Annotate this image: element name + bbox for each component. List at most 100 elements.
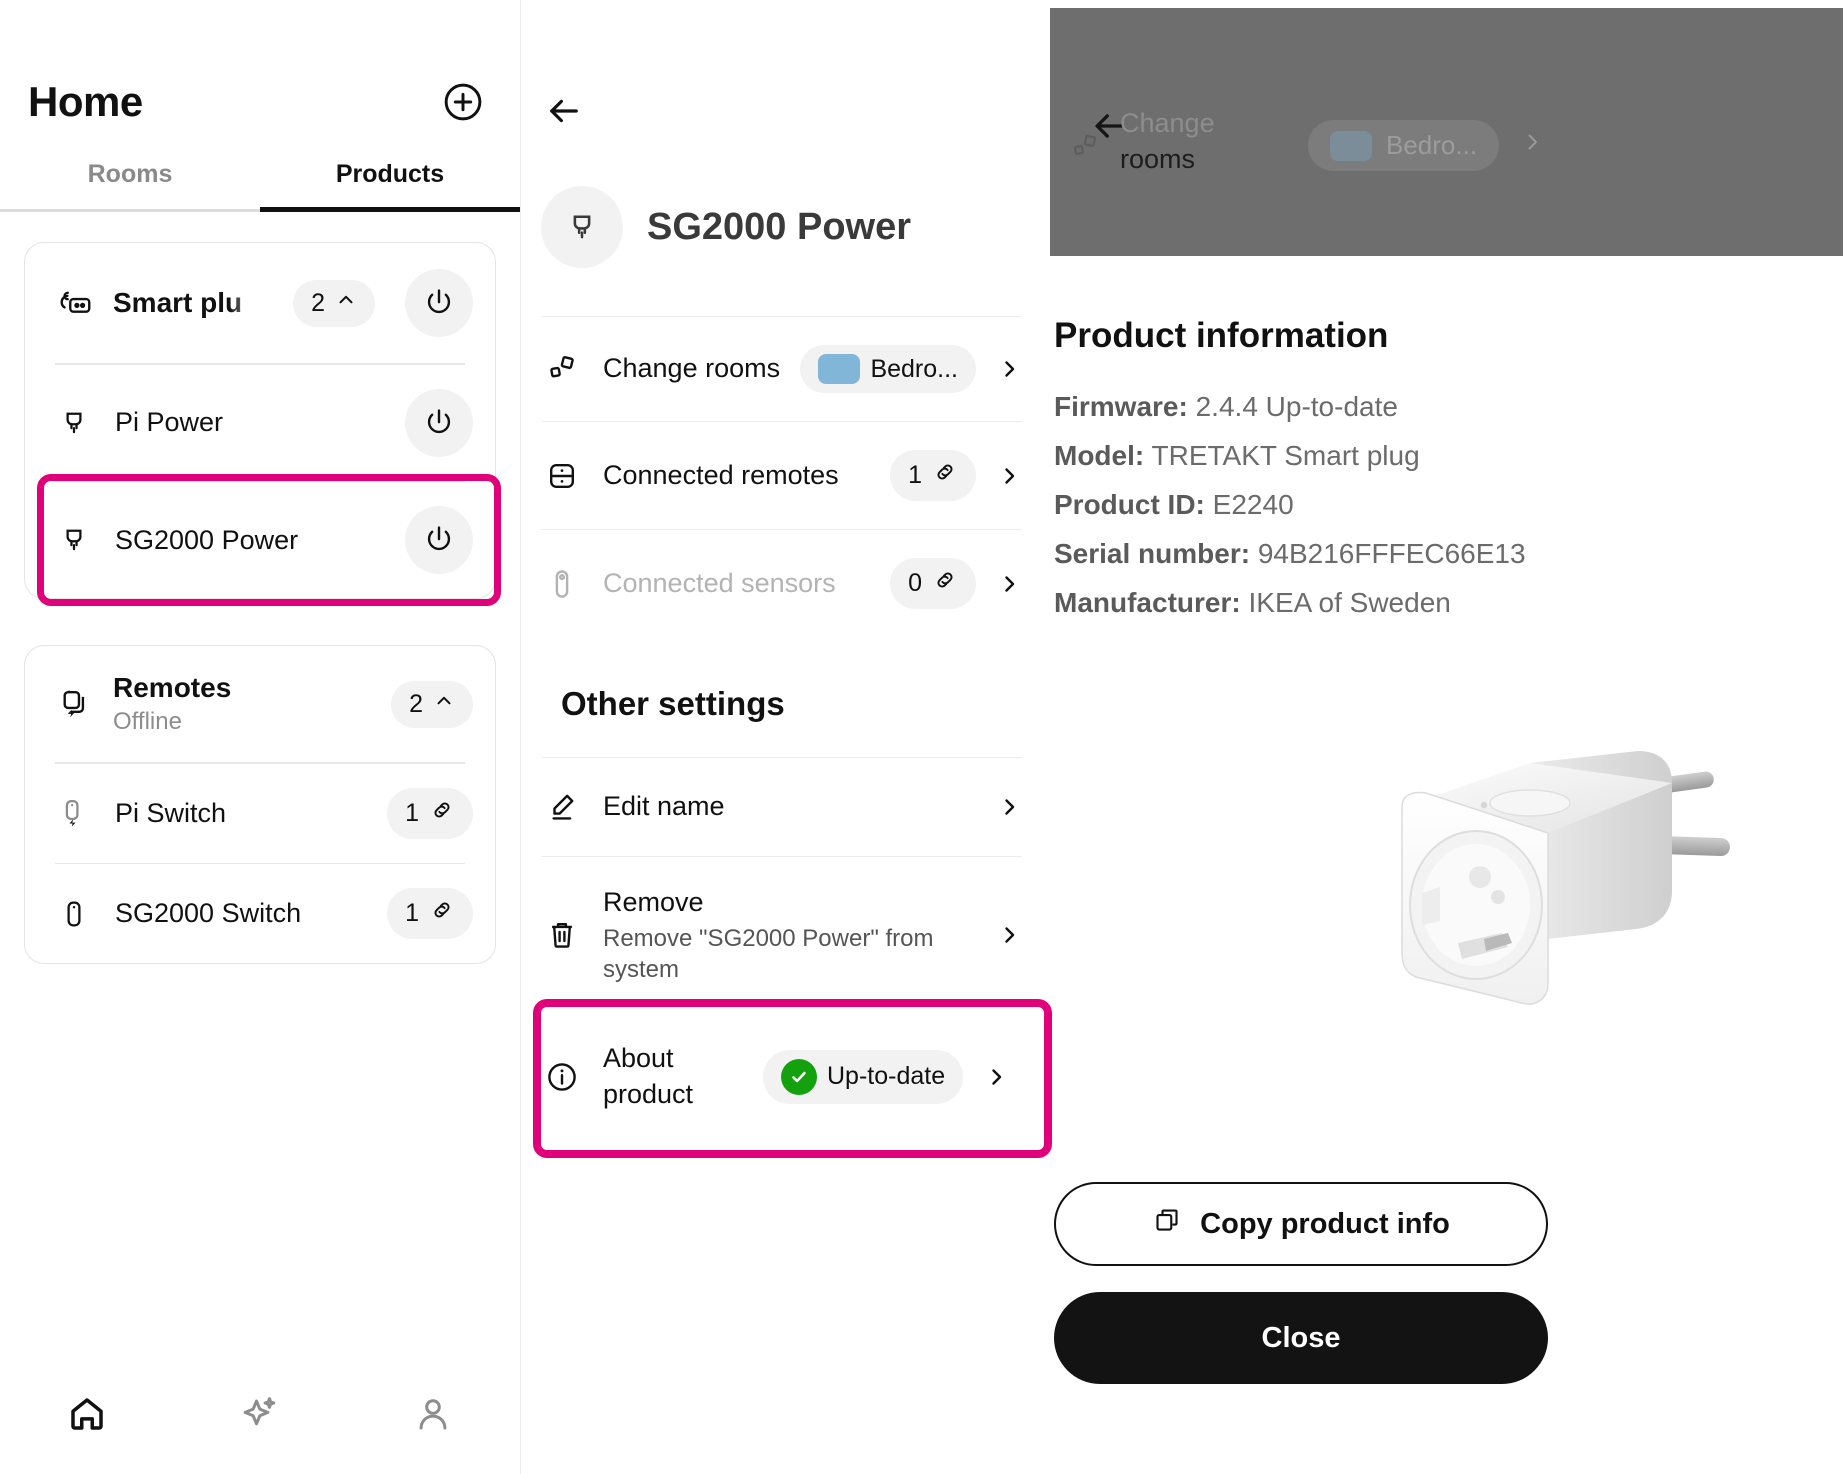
info-value: 2.4.4 Up-to-date bbox=[1195, 391, 1398, 422]
chevron-right-icon bbox=[996, 357, 1022, 381]
plug-icon bbox=[55, 404, 93, 442]
info-label: Serial number: bbox=[1054, 538, 1251, 569]
chevron-right-icon bbox=[983, 1065, 1009, 1089]
info-row-firmware: Firmware: 2.4.4 Up-to-date bbox=[1054, 382, 1813, 431]
device-name: SG2000 Power bbox=[115, 524, 299, 555]
row-connected-remotes[interactable]: Connected remotes 1 bbox=[541, 421, 1022, 529]
close-button-label: Close bbox=[1261, 1321, 1341, 1354]
dimmed-label-line1: Change bbox=[1120, 108, 1215, 138]
row-sublabel: Remove "SG2000 Power" from system bbox=[603, 924, 934, 983]
plus-circle-icon[interactable] bbox=[440, 79, 486, 125]
home-icon[interactable] bbox=[57, 1384, 117, 1444]
info-row-model: Model: TRETAKT Smart plug bbox=[1054, 431, 1813, 480]
group-title-smart-plugs: Smart plu bbox=[113, 287, 243, 318]
link-pill-sg2000-switch[interactable]: 1 bbox=[387, 888, 473, 939]
power-toggle-pi-power[interactable] bbox=[405, 388, 473, 457]
row-change-rooms[interactable]: Change rooms Bedro... bbox=[541, 316, 1022, 421]
info-value: E2240 bbox=[1212, 489, 1294, 520]
link-icon bbox=[932, 459, 958, 492]
room-color-swatch bbox=[1330, 130, 1372, 161]
group-count: 2 bbox=[409, 689, 423, 718]
close-button[interactable]: Close bbox=[1054, 1292, 1548, 1384]
about-product-panel: Change rooms Bedro... Product informatio… bbox=[1040, 0, 1843, 1474]
room-name: Bedro... bbox=[870, 354, 958, 383]
info-value: IKEA of Sweden bbox=[1248, 587, 1451, 618]
connected-remotes-pill[interactable]: 1 bbox=[890, 450, 976, 501]
firmware-status-pill[interactable]: Up-to-date bbox=[763, 1049, 964, 1104]
power-toggle-sg2000-power[interactable] bbox=[405, 506, 473, 574]
row-connected-sensors[interactable]: Connected sensors 0 bbox=[541, 529, 1022, 637]
person-icon[interactable] bbox=[403, 1384, 463, 1444]
switch-icon bbox=[55, 895, 93, 933]
smart-plug-photo bbox=[1380, 715, 1760, 1045]
device-name: SG2000 Switch bbox=[115, 898, 302, 928]
other-settings-heading: Other settings bbox=[561, 685, 785, 722]
remote-device-icon bbox=[541, 455, 583, 497]
left-header: Home bbox=[0, 0, 520, 126]
row-edit-name[interactable]: Edit name bbox=[541, 757, 1022, 856]
rooms-icon bbox=[1068, 130, 1102, 169]
detail-title-row: SG2000 Power bbox=[521, 134, 1040, 268]
power-toggle-smart-plugs[interactable] bbox=[405, 269, 473, 337]
info-row-product-id: Product ID: E2240 bbox=[1054, 480, 1813, 529]
chevron-right-icon bbox=[996, 464, 1022, 488]
about-product-wrapper: About product Up-to-date bbox=[533, 999, 1052, 1159]
count: 0 bbox=[908, 569, 922, 597]
room-color-swatch bbox=[818, 354, 861, 384]
link-count: 1 bbox=[405, 798, 419, 827]
chevron-up-icon bbox=[433, 690, 455, 719]
row-remove[interactable]: Remove Remove "SG2000 Power" from system bbox=[541, 856, 1022, 1013]
row-label: About product bbox=[603, 1043, 694, 1109]
device-row-sg2000-switch[interactable]: SG2000 Switch 1 bbox=[25, 864, 495, 963]
info-label: Manufacturer: bbox=[1054, 587, 1241, 618]
tab-rooms[interactable]: Rooms bbox=[0, 160, 260, 212]
product-information-block: Product information Firmware: 2.4.4 Up-t… bbox=[1054, 316, 1813, 627]
row-about-product[interactable]: About product Up-to-date bbox=[541, 1013, 1022, 1140]
info-row-serial-number: Serial number: 94B216FFFEC66E13 bbox=[1054, 529, 1813, 578]
trash-icon bbox=[541, 914, 583, 956]
switch-icon bbox=[55, 794, 93, 832]
sparkle-icon[interactable] bbox=[230, 1384, 290, 1444]
pencil-icon bbox=[541, 786, 583, 828]
device-row-pi-power[interactable]: Pi Power bbox=[25, 365, 495, 481]
row-label: Remove bbox=[603, 887, 704, 917]
group-header-smart-plugs[interactable]: Smart plu 2 bbox=[25, 243, 495, 363]
group-header-remotes[interactable]: Remotes Offline 2 bbox=[25, 646, 495, 762]
info-icon bbox=[541, 1056, 583, 1098]
home-list-panel: Home Rooms Products Smart plu 2 Pi Power… bbox=[0, 0, 520, 1474]
device-row-pi-switch[interactable]: Pi Switch 1 bbox=[25, 764, 495, 863]
info-label: Product ID: bbox=[1054, 489, 1205, 520]
arrow-left-icon[interactable] bbox=[541, 88, 587, 134]
connected-sensors-pill[interactable]: 0 bbox=[890, 558, 976, 609]
link-icon bbox=[932, 567, 958, 600]
row-label: Connected sensors bbox=[603, 567, 836, 598]
tab-bar: Rooms Products bbox=[0, 160, 520, 212]
group-count: 2 bbox=[311, 288, 325, 317]
copy-button-label: Copy product info bbox=[1200, 1207, 1450, 1240]
device-row-sg2000-power[interactable]: SG2000 Power bbox=[25, 482, 495, 598]
group-card-smart-plugs: Smart plu 2 Pi Power SG2000 Power bbox=[24, 242, 501, 606]
room-name: Bedro... bbox=[1386, 130, 1478, 160]
group-text: Remotes Offline bbox=[113, 672, 373, 736]
group-count-pill-remotes[interactable]: 2 bbox=[391, 680, 473, 728]
device-name: Pi Switch bbox=[115, 797, 227, 828]
info-value: TRETAKT Smart plug bbox=[1151, 440, 1420, 471]
chevron-right-icon bbox=[996, 795, 1022, 819]
copy-icon bbox=[1152, 1205, 1182, 1243]
info-label: Model: bbox=[1054, 440, 1145, 471]
group-title-remotes: Remotes bbox=[113, 672, 232, 703]
copy-product-info-button[interactable]: Copy product info bbox=[1054, 1182, 1548, 1266]
dimmed-backdrop-header: Change rooms Bedro... bbox=[1050, 8, 1843, 256]
link-pill-pi-switch[interactable]: 1 bbox=[387, 787, 473, 839]
link-icon bbox=[429, 797, 455, 830]
chevron-right-icon bbox=[996, 572, 1022, 596]
group-card-remotes: Remotes Offline 2 Pi Switch 1 SG2000 Swi… bbox=[24, 645, 496, 964]
app-root: Home Rooms Products Smart plu 2 Pi Power… bbox=[0, 0, 1843, 1474]
room-pill[interactable]: Bedro... bbox=[800, 345, 976, 393]
chevron-right-icon bbox=[996, 923, 1022, 947]
tab-products[interactable]: Products bbox=[260, 160, 520, 212]
group-status-remotes: Offline bbox=[113, 708, 182, 735]
group-count-pill-smart-plugs[interactable]: 2 bbox=[293, 279, 375, 327]
dimmed-label-line2: rooms bbox=[1120, 143, 1196, 174]
chevron-right-icon bbox=[1520, 130, 1544, 159]
